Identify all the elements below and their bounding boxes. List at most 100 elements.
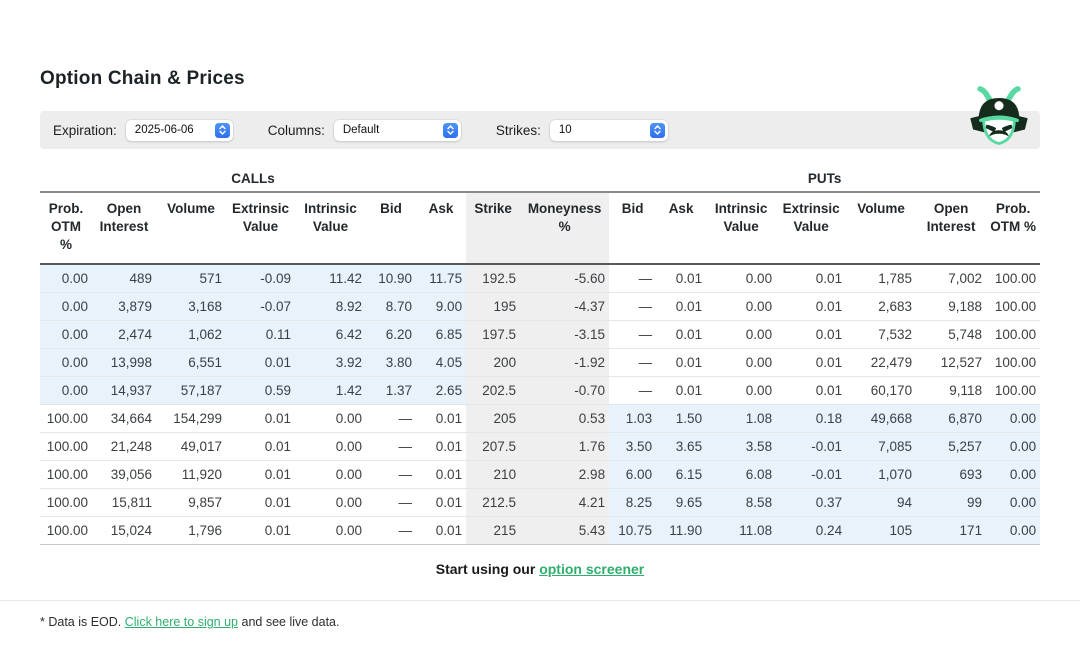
table-cell: -1.92: [520, 349, 609, 377]
table-cell: 1,062: [156, 321, 226, 349]
table-cell: 0.24: [776, 517, 846, 545]
table-cell: 693: [916, 461, 986, 489]
table-cell: 7,532: [846, 321, 916, 349]
table-cell: 9,188: [916, 293, 986, 321]
table-cell: 10.75: [609, 517, 656, 545]
table-cell: 100.00: [40, 405, 92, 433]
table-cell: 171: [916, 517, 986, 545]
columns-filter: Columns: Default: [268, 120, 461, 141]
strikes-select[interactable]: 10: [550, 120, 668, 141]
table-cell: 6,870: [916, 405, 986, 433]
table-cell: 0.11: [226, 321, 295, 349]
table-row: 0.00489571-0.0911.4210.9011.75192.5-5.60…: [40, 264, 1040, 293]
table-cell: 3.80: [366, 349, 416, 377]
option-screener-link[interactable]: option screener: [539, 561, 644, 577]
table-cell: 1,785: [846, 264, 916, 293]
table-cell: 192.5: [466, 264, 520, 293]
table-cell: 0.01: [656, 349, 706, 377]
table-cell: 0.00: [40, 321, 92, 349]
table-cell: 0.01: [776, 349, 846, 377]
table-cell: —: [366, 489, 416, 517]
table-cell: 3.58: [706, 433, 776, 461]
table-cell: 2,474: [92, 321, 156, 349]
column-header: Bid: [609, 192, 656, 264]
table-cell: 6,551: [156, 349, 226, 377]
table-cell: —: [609, 264, 656, 293]
table-cell: 49,668: [846, 405, 916, 433]
calls-group-header: CALLs: [40, 168, 466, 192]
table-cell: 11.75: [416, 264, 466, 293]
page: Option Chain & Prices Expiration: 2025-0…: [0, 68, 1080, 650]
table-cell: 0.01: [226, 489, 295, 517]
table-cell: 0.00: [706, 264, 776, 293]
table-cell: 0.01: [656, 293, 706, 321]
cta-prefix: Start using our: [436, 561, 539, 577]
table-cell: 0.00: [986, 461, 1040, 489]
column-header: Ask: [416, 192, 466, 264]
table-cell: 11,920: [156, 461, 226, 489]
table-row: 0.0014,93757,1870.591.421.372.65202.5-0.…: [40, 377, 1040, 405]
table-cell: 0.00: [40, 293, 92, 321]
footer-note: * Data is EOD. Click here to sign up and…: [40, 615, 1040, 629]
table-cell: 202.5: [466, 377, 520, 405]
table-cell: 0.01: [416, 405, 466, 433]
option-table-body: 0.00489571-0.0911.4210.9011.75192.5-5.60…: [40, 264, 1040, 545]
table-cell: 0.01: [226, 349, 295, 377]
table-cell: 15,024: [92, 517, 156, 545]
samurai-helmet-logo-icon: [964, 80, 1034, 158]
table-cell: 105: [846, 517, 916, 545]
sign-up-link[interactable]: Click here to sign up: [125, 615, 238, 629]
table-cell: -0.09: [226, 264, 295, 293]
table-cell: 5.43: [520, 517, 609, 545]
footer-divider: [0, 600, 1080, 601]
table-cell: -4.37: [520, 293, 609, 321]
table-cell: 100.00: [986, 377, 1040, 405]
table-cell: 0.00: [40, 349, 92, 377]
table-cell: 94: [846, 489, 916, 517]
table-cell: 3,168: [156, 293, 226, 321]
table-cell: 14,937: [92, 377, 156, 405]
table-cell: 6.85: [416, 321, 466, 349]
column-header: Ask: [656, 192, 706, 264]
table-cell: 489: [92, 264, 156, 293]
table-cell: 0.37: [776, 489, 846, 517]
table-cell: 1.76: [520, 433, 609, 461]
columns-label: Columns:: [268, 123, 325, 138]
filter-bar: Expiration: 2025-06-06 Columns: Default: [40, 111, 1040, 149]
table-cell: 0.00: [295, 461, 366, 489]
table-cell: 0.01: [776, 264, 846, 293]
table-cell: 6.42: [295, 321, 366, 349]
table-cell: —: [366, 517, 416, 545]
table-cell: 0.53: [520, 405, 609, 433]
option-chain-table: CALLs PUTs Prob. OTM %Open InterestVolum…: [40, 168, 1040, 545]
table-cell: 3.65: [656, 433, 706, 461]
table-cell: 0.01: [656, 377, 706, 405]
table-cell: 0.00: [706, 349, 776, 377]
table-row: 0.0013,9986,5510.013.923.804.05200-1.92—…: [40, 349, 1040, 377]
table-cell: 0.18: [776, 405, 846, 433]
columns-select-value: Default: [343, 124, 379, 136]
table-cell: 6.15: [656, 461, 706, 489]
table-cell: 100.00: [40, 461, 92, 489]
table-cell: 1.37: [366, 377, 416, 405]
columns-select[interactable]: Default: [334, 120, 461, 141]
table-cell: 0.59: [226, 377, 295, 405]
column-header: Intrinsic Value: [706, 192, 776, 264]
table-cell: 0.00: [295, 517, 366, 545]
table-cell: 6.20: [366, 321, 416, 349]
strikes-filter: Strikes: 10: [496, 120, 668, 141]
table-cell: 3.92: [295, 349, 366, 377]
table-cell: —: [366, 405, 416, 433]
table-cell: 1.08: [706, 405, 776, 433]
table-cell: 0.01: [416, 517, 466, 545]
table-cell: 0.00: [706, 321, 776, 349]
expiration-select[interactable]: 2025-06-06: [126, 120, 233, 141]
expiration-select-value: 2025-06-06: [135, 124, 194, 136]
table-cell: 3,879: [92, 293, 156, 321]
table-cell: 9.65: [656, 489, 706, 517]
table-cell: 9,857: [156, 489, 226, 517]
column-header: Prob. OTM %: [986, 192, 1040, 264]
table-cell: 200: [466, 349, 520, 377]
table-cell: -0.07: [226, 293, 295, 321]
table-cell: 205: [466, 405, 520, 433]
